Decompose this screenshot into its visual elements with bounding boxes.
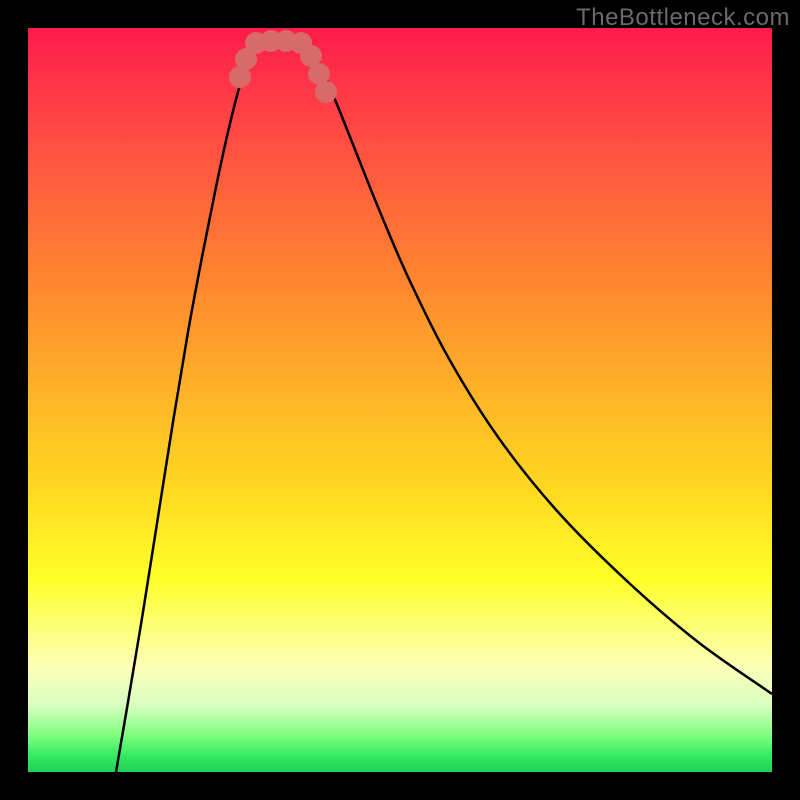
chart-svg — [28, 28, 772, 772]
curve-right-path — [308, 43, 772, 694]
watermark-label: TheBottleneck.com — [576, 4, 790, 32]
marker-group — [229, 30, 337, 103]
curve-left-path — [116, 44, 256, 772]
chart-area — [28, 28, 772, 772]
marker-dot — [315, 81, 337, 103]
